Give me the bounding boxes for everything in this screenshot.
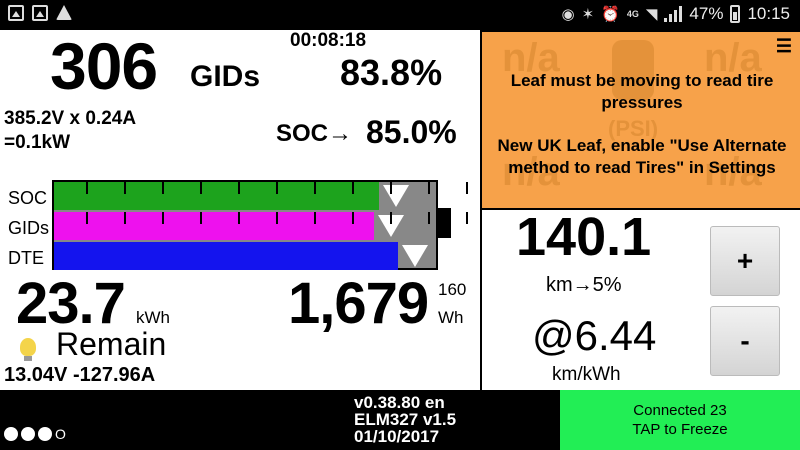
status-bar: ◉ ✶ ⏰ 4G ◥ 47% 10:15 bbox=[0, 0, 800, 30]
bar-tick bbox=[124, 212, 126, 224]
bar-tick bbox=[86, 212, 88, 224]
adapter-label: ELM327 v1.5 bbox=[354, 410, 457, 429]
remain-label: Remain bbox=[56, 326, 167, 362]
power-readout: =0.1kW bbox=[4, 132, 71, 153]
battery-percent: 47% bbox=[689, 4, 724, 23]
page-dot-empty[interactable]: O bbox=[55, 426, 66, 442]
bluetooth-icon: ✶ bbox=[581, 5, 595, 23]
bar-tick bbox=[200, 182, 202, 194]
bulb-icon bbox=[20, 338, 36, 361]
efficiency-value: @6.44 bbox=[532, 312, 657, 359]
efficiency-unit: km/kWh bbox=[552, 364, 621, 385]
bar-label-soc: SOC bbox=[8, 188, 48, 208]
date-label: 01/10/2017 bbox=[354, 427, 440, 446]
bar-tick bbox=[352, 182, 354, 194]
bar-tick bbox=[86, 182, 88, 194]
bar-ticks bbox=[54, 182, 468, 268]
bar-tick bbox=[390, 212, 392, 224]
voltage-current: 385.2V x 0.24A bbox=[4, 108, 137, 129]
notification-icons bbox=[8, 5, 72, 21]
bar-tick bbox=[276, 212, 278, 224]
location-icon: ◉ bbox=[561, 5, 575, 23]
system-icons: ◉ ✶ ⏰ 4G ◥ 47% 10:15 bbox=[561, 4, 790, 24]
bar-tick bbox=[200, 212, 202, 224]
page-dots: O bbox=[4, 426, 66, 442]
bar-tick bbox=[162, 212, 164, 224]
page-dot[interactable] bbox=[4, 427, 18, 441]
gids-value: 306 bbox=[50, 29, 158, 103]
kwh-unit: kWh bbox=[136, 308, 170, 327]
network-type: 4G bbox=[626, 8, 639, 19]
freeze-hint: TAP to Freeze bbox=[632, 421, 728, 438]
bar-tick bbox=[238, 182, 240, 194]
bar-tick bbox=[124, 182, 126, 194]
bar-tick bbox=[466, 212, 468, 224]
dte-max-label: 160 bbox=[438, 280, 467, 299]
increase-button[interactable]: + bbox=[710, 226, 780, 296]
bar-tick bbox=[390, 182, 392, 194]
bar-tick bbox=[314, 212, 316, 224]
bar-tick bbox=[162, 182, 164, 194]
alarm-icon: ⏰ bbox=[601, 5, 620, 23]
range-panel: 140.1 km→5% @6.44 km/kWh + - bbox=[482, 207, 800, 390]
page-dot[interactable] bbox=[38, 427, 52, 441]
signal-icon bbox=[664, 6, 683, 22]
bar-level-marker bbox=[383, 185, 409, 207]
footer-bar: O v0.38.80 en ELM327 v1.5 01/10/2017 Con… bbox=[0, 390, 800, 450]
bar-tick bbox=[314, 182, 316, 194]
range-sub: km→5% bbox=[546, 274, 622, 296]
range-value: 140.1 bbox=[516, 207, 652, 267]
bar-label-gids: GIDs bbox=[8, 218, 50, 238]
bar-tick bbox=[276, 182, 278, 194]
image-icon bbox=[32, 5, 48, 21]
tire-pressure-panel[interactable]: n/a n/a n/a n/a (PSI) ☰ Leaf must be mov… bbox=[482, 32, 800, 208]
bar-tick bbox=[428, 212, 430, 224]
tire-message-settings: New UK Leaf, enable "Use Alternate metho… bbox=[497, 136, 787, 177]
bar-tick bbox=[238, 212, 240, 224]
soc-value: 85.0% bbox=[366, 114, 457, 150]
bar-tick bbox=[428, 182, 430, 194]
trip-timer: 00:08:18 bbox=[290, 30, 367, 51]
soc-label: SOC→ bbox=[276, 120, 353, 147]
gids-unit: GIDs bbox=[190, 60, 261, 93]
gids-percent: 83.8% bbox=[340, 52, 443, 93]
wifi-icon: ◥ bbox=[645, 5, 658, 23]
version-info: v0.38.80 en ELM327 v1.5 01/10/2017 bbox=[354, 394, 456, 445]
wh-value: 1,679 bbox=[288, 271, 429, 336]
version-label: v0.38.80 en bbox=[354, 393, 445, 412]
menu-icon[interactable]: ☰ bbox=[776, 36, 792, 57]
tire-message-moving: Leaf must be moving to read tire pressur… bbox=[510, 71, 774, 112]
aux-voltage-current: 13.04V -127.96A bbox=[4, 364, 156, 386]
decrease-button[interactable]: - bbox=[710, 306, 780, 376]
warning-icon bbox=[56, 5, 72, 20]
clock: 10:15 bbox=[747, 4, 790, 23]
battery-icon bbox=[730, 5, 741, 23]
page-dot[interactable] bbox=[21, 427, 35, 441]
bar-tick bbox=[466, 182, 468, 194]
wh-unit: Wh bbox=[438, 308, 464, 327]
connection-status: Connected 23 bbox=[633, 402, 727, 419]
main-panel: 306 GIDs 00:08:18 83.8% 385.2V x 0.24A =… bbox=[0, 29, 480, 390]
battery-terminal bbox=[437, 208, 451, 238]
bar-label-dte: DTE bbox=[8, 248, 44, 268]
bar-level-marker bbox=[402, 245, 428, 267]
bar-tick bbox=[352, 212, 354, 224]
gallery-icon bbox=[8, 5, 24, 21]
connection-freeze-button[interactable]: Connected 23 TAP to Freeze bbox=[560, 390, 800, 450]
bar-labels: SOC GIDs DTE bbox=[8, 183, 49, 273]
battery-bars bbox=[52, 180, 468, 270]
